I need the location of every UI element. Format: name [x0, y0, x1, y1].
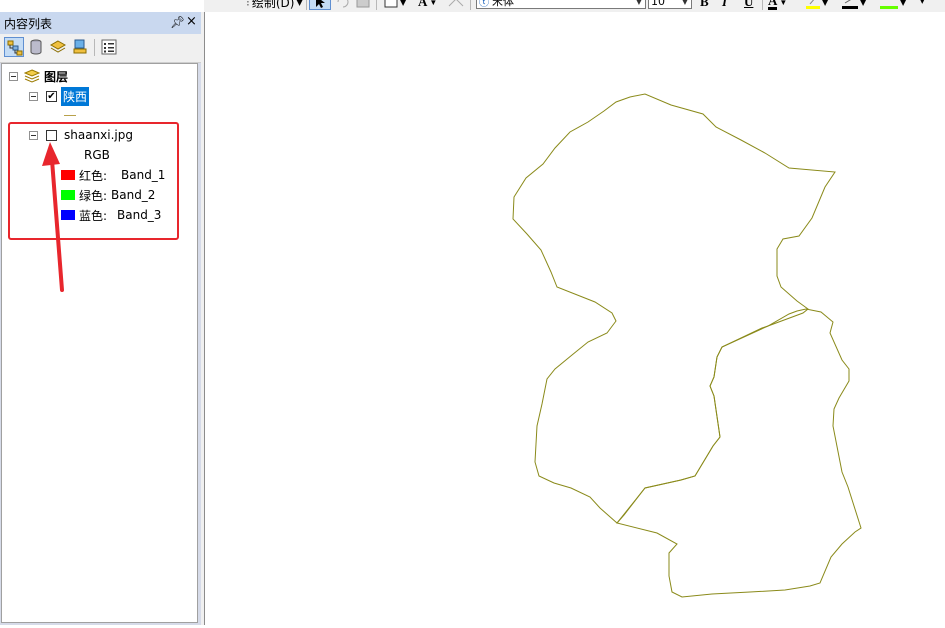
line-style-icon	[448, 0, 464, 7]
pointer-icon	[316, 0, 325, 8]
line-style-button[interactable]	[448, 0, 464, 10]
font-size-select[interactable]: 10 ▼	[648, 0, 692, 9]
font-color-icon: A	[768, 0, 778, 10]
annotation-arrow	[42, 142, 64, 292]
image-button[interactable]	[356, 0, 370, 10]
shaanxi-south-polygon	[616, 308, 862, 598]
rectangle-tool[interactable]: ▼	[384, 0, 406, 10]
font-size-value: 10	[651, 0, 665, 8]
highlight-icon	[806, 0, 820, 9]
text-icon: A	[418, 0, 428, 9]
image-icon	[356, 0, 370, 8]
draw-menu-label: 绘制(D)	[251, 0, 295, 10]
underline-label: U	[744, 0, 754, 9]
draw-menu[interactable]: ⁝ 绘制(D) ▼	[246, 0, 303, 10]
fill-color-button[interactable]: ▼	[880, 0, 906, 10]
drawing-toolbar: ⁝ 绘制(D) ▼ ▼ A ▼ ⓣ 宋体 ▼ 10 ▼ B I U A ▼ ▼ ▼ ▼ ▾	[204, 0, 945, 12]
italic-label: I	[722, 0, 728, 9]
select-elements-button[interactable]	[309, 0, 331, 10]
chevron-down-icon: ▾	[920, 0, 925, 7]
font-color-button[interactable]: A ▼	[768, 0, 787, 10]
font-name-select[interactable]: ⓣ 宋体 ▼	[476, 0, 646, 9]
rotate-button[interactable]	[336, 0, 350, 10]
line-color-button[interactable]: ▼	[842, 0, 866, 10]
rectangle-icon	[384, 0, 398, 8]
text-tool[interactable]: A ▼	[418, 0, 437, 10]
font-name-value: 宋体	[492, 0, 514, 8]
italic-button[interactable]: I	[722, 0, 727, 10]
rotate-icon	[337, 0, 349, 8]
bold-button[interactable]: B	[700, 0, 709, 10]
map-view[interactable]	[204, 12, 945, 625]
shaanxi-north-polygon	[512, 93, 836, 524]
highlight-color-button[interactable]: ▼	[806, 0, 828, 10]
underline-button[interactable]: U	[744, 0, 753, 10]
map-canvas	[512, 93, 862, 598]
fill-color-icon	[880, 6, 898, 9]
toolbar-overflow-button[interactable]: ▾	[920, 0, 925, 10]
line-color-icon	[842, 0, 858, 9]
bold-label: B	[700, 0, 709, 9]
